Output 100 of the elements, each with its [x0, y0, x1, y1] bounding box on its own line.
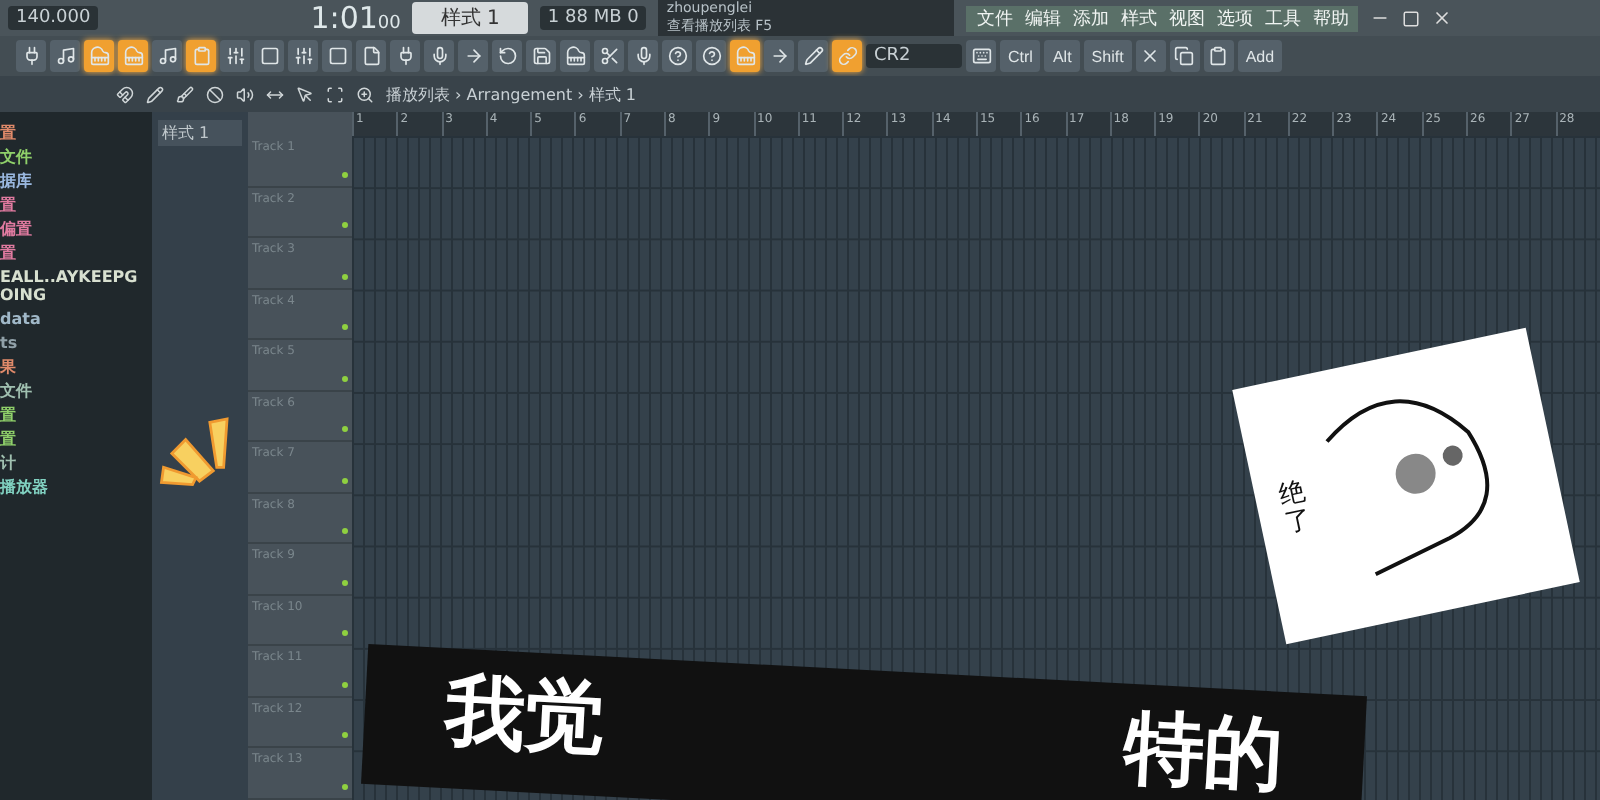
pointer-icon[interactable]	[296, 85, 314, 103]
browser-item[interactable]: 文件	[0, 382, 32, 400]
piano-icon	[735, 46, 755, 66]
music-icon	[157, 46, 177, 66]
select-icon[interactable]	[326, 85, 344, 103]
toolbar-button[interactable]	[526, 40, 556, 72]
memory-meter: 1 88 MB 0	[539, 6, 647, 30]
pencil-icon[interactable]	[146, 85, 164, 103]
toolbar-button[interactable]	[492, 40, 522, 72]
banner-text: 特的	[1120, 699, 1287, 800]
menu-item[interactable]: 选项	[1210, 5, 1259, 31]
track-led	[342, 681, 348, 688]
modifier-key[interactable]: Alt	[1044, 40, 1080, 72]
pattern-item[interactable]: 样式 1	[158, 120, 242, 146]
copy-button[interactable]	[1169, 40, 1200, 72]
browser-item[interactable]: ts	[0, 334, 18, 352]
sliders-icon	[293, 46, 313, 66]
undo-icon	[497, 46, 517, 66]
track-led	[342, 783, 348, 790]
track-led	[342, 171, 348, 178]
copy-icon	[1174, 46, 1195, 66]
mic-icon	[429, 46, 449, 66]
browser-item[interactable]: 置	[0, 406, 16, 424]
toolbar-button[interactable]	[798, 40, 828, 72]
square-icon	[327, 46, 347, 66]
scissors-icon	[599, 46, 619, 66]
speaker-icon[interactable]	[236, 85, 254, 103]
browser-item[interactable]: 置	[0, 124, 16, 142]
keyboard-button[interactable]	[966, 40, 996, 72]
toolbar-button[interactable]	[322, 40, 352, 72]
arrow-icon	[463, 46, 483, 66]
toolbar-button[interactable]	[424, 40, 454, 72]
toolbar-button[interactable]	[628, 40, 658, 72]
modifier-key[interactable]: Shift	[1083, 40, 1132, 72]
track-led	[342, 477, 348, 484]
menu-item[interactable]: 工具	[1258, 5, 1307, 31]
brush-icon[interactable]	[176, 85, 194, 103]
track-led	[342, 528, 348, 535]
menu-item[interactable]: 编辑	[1018, 5, 1067, 31]
track-led	[342, 273, 348, 280]
track-led	[342, 732, 348, 739]
browser-item[interactable]: 计	[0, 454, 16, 472]
toolbar-button[interactable]	[662, 40, 692, 72]
browser-item[interactable]: 置	[0, 430, 16, 448]
browser-item[interactable]: 偏置	[0, 220, 32, 238]
magnet-icon[interactable]	[116, 85, 134, 103]
keyboard-icon	[971, 46, 991, 66]
toolbar-button[interactable]	[458, 40, 488, 72]
file-icon	[361, 46, 381, 66]
menu-item[interactable]: 视图	[1162, 5, 1211, 31]
browser-item[interactable]: 置	[0, 196, 16, 214]
piano-icon	[565, 46, 585, 66]
toolbar-button[interactable]	[594, 40, 624, 72]
snap-selector[interactable]: CR2	[866, 44, 962, 68]
sticker-caption: 绝了	[1276, 478, 1315, 541]
zoom-icon[interactable]	[356, 85, 374, 103]
browser-item[interactable]: 果	[0, 358, 16, 376]
track-led	[342, 630, 348, 637]
track-led	[342, 426, 348, 433]
maximize-icon[interactable]	[1402, 9, 1421, 27]
toolbar-button[interactable]	[696, 40, 726, 72]
cut-button[interactable]	[1135, 40, 1166, 72]
mic-icon	[633, 46, 653, 66]
toolbar-button[interactable]	[254, 40, 284, 72]
help-icon	[667, 46, 687, 66]
browser-item[interactable]: 播放器	[0, 478, 48, 496]
toolbar-button[interactable]	[152, 40, 182, 72]
add-button[interactable]: Add	[1237, 40, 1283, 72]
modifier-key[interactable]: Ctrl	[1000, 40, 1041, 72]
track-led	[342, 579, 348, 586]
clipboard-icon	[191, 46, 211, 66]
browser-item[interactable]: 据库	[0, 172, 32, 190]
paste-button[interactable]	[1203, 40, 1234, 72]
arrow-icon	[769, 46, 789, 66]
browser-item[interactable]: 文件	[0, 148, 32, 166]
toolbar-button[interactable]	[764, 40, 794, 72]
tempo-field[interactable]: 140.000	[8, 6, 99, 30]
track-led	[342, 222, 348, 229]
browser-item[interactable]: data	[0, 310, 41, 328]
menu-item[interactable]: 帮助	[1306, 5, 1355, 31]
menu-item[interactable]: 添加	[1066, 5, 1115, 31]
toolbar-button[interactable]	[50, 40, 80, 72]
menu-item[interactable]: 样式	[1114, 5, 1163, 31]
toolbar-button[interactable]	[356, 40, 386, 72]
pencil-icon	[803, 46, 823, 66]
close-icon[interactable]	[1432, 8, 1453, 28]
browser-item[interactable]: EALL..AYKEEPGOING	[0, 268, 148, 304]
pattern-selector[interactable]: 样式 1	[412, 2, 528, 34]
toolbar-button[interactable]	[288, 40, 318, 72]
toolbar-button[interactable]	[220, 40, 250, 72]
toolbar-button[interactable]	[560, 40, 590, 72]
toolbar-button[interactable]	[16, 40, 46, 72]
browser-item[interactable]: 置	[0, 244, 16, 262]
ban-icon[interactable]	[206, 85, 224, 103]
piano-icon	[89, 46, 109, 66]
menu-item[interactable]: 文件	[970, 5, 1019, 31]
square-icon	[259, 46, 279, 66]
help-icon	[701, 46, 721, 66]
plug-icon	[395, 46, 415, 66]
toolbar-button[interactable]	[390, 40, 420, 72]
